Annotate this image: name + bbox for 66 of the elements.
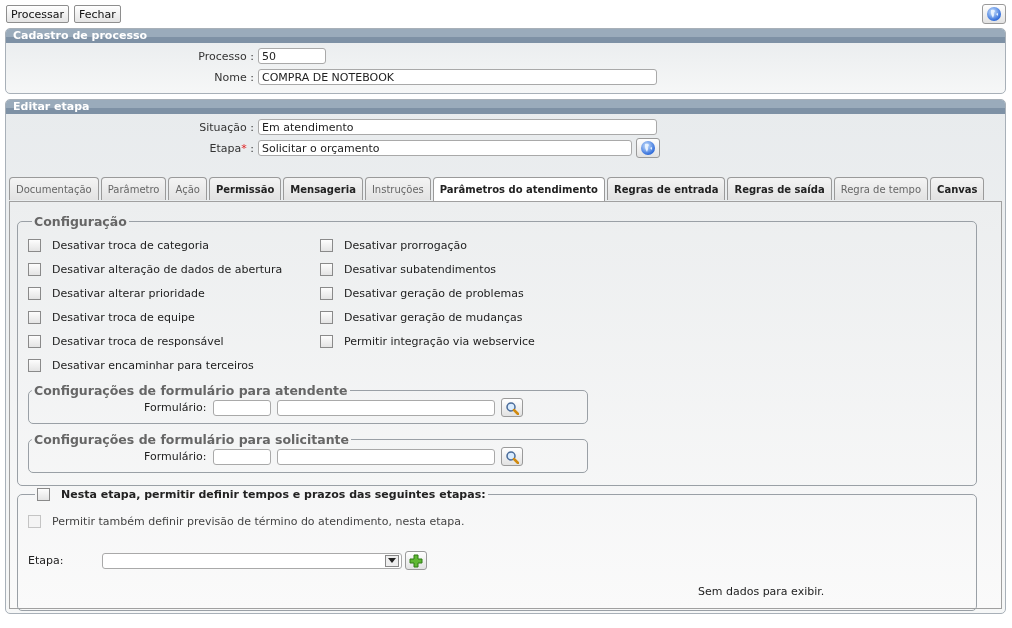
checkbox[interactable]: [320, 334, 333, 348]
toolbar-button[interactable]: Processar: [6, 5, 69, 23]
input-field[interactable]: 50: [258, 48, 326, 64]
checkbox-label: Desativar prorrogação: [344, 238, 467, 252]
search-icon: [504, 400, 519, 415]
field-label: Etapa:: [28, 554, 62, 567]
toolbar-button[interactable]: Fechar: [74, 5, 121, 23]
checkbox[interactable]: [320, 286, 333, 300]
empty-message: Sem dados para exibir.: [698, 585, 826, 598]
input-field[interactable]: Em atendimento: [258, 119, 657, 135]
dropdown[interactable]: [102, 552, 402, 569]
group-title: Configurações de formulário para atendente: [33, 383, 349, 398]
tab[interactable]: Regras de entrada: [607, 177, 726, 200]
add-button[interactable]: [405, 551, 427, 570]
caret-icon: [388, 558, 396, 563]
checkbox[interactable]: [28, 334, 41, 348]
plus-icon: [409, 553, 423, 568]
tab[interactable]: Parâmetros do atendimento: [432, 177, 605, 201]
checkbox[interactable]: [28, 238, 41, 252]
tab[interactable]: Permissão: [208, 177, 282, 200]
group-title: Nesta etapa, permitir definir tempos e prazos das seguintes etapas:: [61, 488, 486, 501]
globe-icon: [640, 140, 656, 156]
checkbox-label: Desativar encaminhar para terceiros: [52, 358, 254, 372]
checkbox[interactable]: [28, 358, 41, 372]
input-field[interactable]: [276, 448, 495, 465]
checkbox-label: Desativar troca de responsável: [52, 334, 224, 348]
field-label: Processo :: [197, 49, 255, 63]
checkbox-label: Desativar troca de equipe: [52, 310, 195, 324]
field-label: Formulário:: [144, 450, 207, 463]
help-button[interactable]: [982, 4, 1006, 24]
search-button[interactable]: [500, 447, 523, 466]
tab[interactable]: Regras de saída: [727, 177, 832, 200]
panel-title: Editar etapa: [6, 100, 1005, 114]
checkbox-label: Desativar alteração de dados de abertura: [52, 262, 283, 276]
group-title: Configurações de formulário para solicitante: [33, 432, 351, 447]
checkbox-label: Permitir também definir previsão de término do atendimento, nesta etapa.: [52, 514, 465, 528]
checkbox-label: Desativar geração de problemas: [344, 286, 524, 300]
checkbox[interactable]: [28, 262, 41, 276]
help-button[interactable]: [636, 138, 660, 158]
search-icon: [504, 449, 519, 464]
tab[interactable]: Canvas: [930, 177, 985, 200]
field-label: Situação :: [198, 120, 255, 134]
checkbox[interactable]: [37, 488, 50, 501]
group-title: Configuração: [33, 214, 128, 229]
field-label: Etapa* :: [208, 141, 255, 155]
tab[interactable]: Mensageria: [283, 177, 363, 200]
checkbox[interactable]: [28, 310, 41, 324]
checkbox-label: Desativar subatendimentos: [344, 262, 497, 276]
checkbox[interactable]: [320, 310, 333, 324]
checkbox-label: Permitir integração via webservice: [344, 334, 535, 348]
field-label: Formulário:: [144, 401, 207, 414]
checkbox[interactable]: [320, 262, 333, 276]
checkbox-label: Desativar troca de categoria: [52, 238, 210, 252]
checkbox-label: Desativar geração de mudanças: [344, 310, 523, 324]
checkbox-label: Desativar alterar prioridade: [52, 286, 205, 300]
globe-icon: [986, 6, 1002, 22]
input-field[interactable]: [276, 399, 495, 416]
input-field[interactable]: Solicitar o orçamento: [258, 140, 632, 156]
checkbox[interactable]: [28, 286, 41, 300]
field-label: Nome :: [213, 70, 255, 84]
input-field[interactable]: [212, 399, 271, 416]
panel-title: Cadastro de processo: [6, 29, 1005, 43]
input-field[interactable]: [212, 448, 271, 465]
checkbox[interactable]: [320, 238, 333, 252]
search-button[interactable]: [500, 398, 523, 417]
input-field[interactable]: COMPRA DE NOTEBOOK: [258, 69, 657, 85]
